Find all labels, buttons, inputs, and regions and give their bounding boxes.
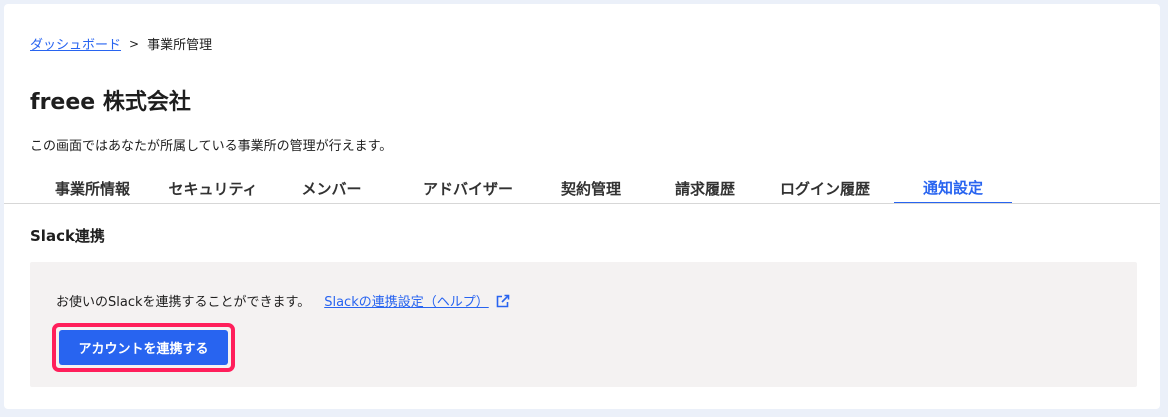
tab-office-info[interactable]: 事業所情報 [30,172,155,204]
external-link-icon [496,294,510,307]
tab-login-history[interactable]: ログイン履歴 [772,172,878,204]
main-card: ダッシュボード > 事業所管理 freee 株式会社 この画面ではあなたが所属し… [4,4,1160,409]
breadcrumb: ダッシュボード > 事業所管理 [30,34,213,54]
connect-account-button[interactable]: アカウントを連携する [59,330,228,365]
breadcrumb-current: 事業所管理 [147,38,213,53]
chevron-right-icon: > [129,36,140,51]
tab-members[interactable]: メンバー [271,172,392,204]
tab-security[interactable]: セキュリティ [155,172,271,204]
tab-notification-settings[interactable]: 通知設定 [894,172,1012,204]
tab-billing-history[interactable]: 請求履歴 [638,172,772,204]
slack-description: お使いのSlackを連携することができます。 [56,295,311,310]
slack-panel: お使いのSlackを連携することができます。 Slackの連携設定（ヘルプ） ア… [30,262,1137,387]
section-title-slack: Slack連携 [30,227,105,245]
page-title: freee 株式会社 [30,90,191,115]
slack-help-link[interactable]: Slackの連携設定（ヘルプ） [324,291,511,310]
breadcrumb-dashboard-link[interactable]: ダッシュボード [30,34,121,53]
tab-bar: 事業所情報 セキュリティ メンバー アドバイザー 契約管理 請求履歴 ログイン履… [30,172,1012,204]
tab-divider [4,203,1160,204]
tab-contract[interactable]: 契約管理 [544,172,638,204]
slack-help-link-label: Slackの連携設定（ヘルプ） [324,295,489,310]
page-description: この画面ではあなたが所属している事業所の管理が行えます。 [30,139,393,154]
slack-panel-text-row: お使いのSlackを連携することができます。 Slackの連携設定（ヘルプ） [56,291,511,310]
tab-advisors[interactable]: アドバイザー [392,172,544,204]
